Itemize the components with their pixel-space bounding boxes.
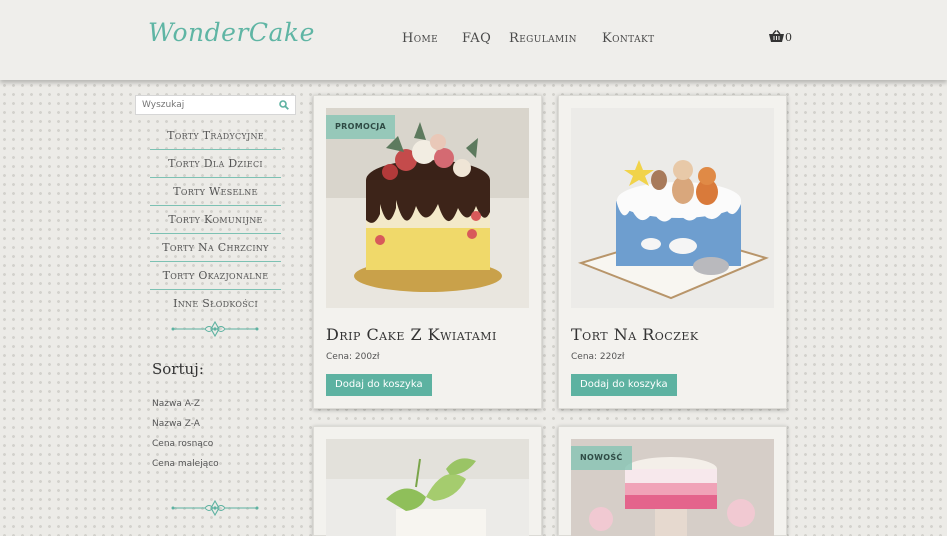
- basket-icon: [769, 30, 784, 42]
- category-inne-slodkosci[interactable]: Inne Słodkości: [150, 290, 281, 318]
- product-title[interactable]: Tort Na Roczek: [571, 325, 699, 344]
- new-badge: NOWOŚĆ: [571, 446, 632, 470]
- cart-button[interactable]: 0: [768, 30, 792, 44]
- ornament-divider-icon: [171, 500, 259, 516]
- cart-count: 0: [785, 31, 792, 44]
- sort-name-asc[interactable]: Nazwa A-Z: [152, 399, 200, 409]
- product-card: Tort Na Roczek Cena: 220zł Dodaj do kosz…: [558, 95, 787, 409]
- sort-price-desc[interactable]: Cena malejąco: [152, 459, 219, 469]
- promo-badge: PROMOCJA: [326, 115, 396, 139]
- add-to-cart-button[interactable]: Dodaj do koszyka: [326, 374, 432, 396]
- search-box: [135, 95, 296, 115]
- category-torty-na-chrzciny[interactable]: Torty Na Chrzciny: [150, 234, 281, 262]
- search-icon[interactable]: [279, 100, 289, 110]
- cake-image: [571, 108, 774, 308]
- product-card: [313, 426, 542, 536]
- category-torty-weselne[interactable]: Torty Weselne: [150, 178, 281, 206]
- product-image[interactable]: [326, 439, 529, 536]
- sort-name-desc[interactable]: Nazwa Z-A: [152, 419, 200, 429]
- product-title[interactable]: Drip Cake Z Kwiatami: [326, 325, 497, 344]
- product-price: Cena: 220zł: [571, 352, 625, 362]
- product-card: PROMOCJA Drip Cake Z Kwiatami Cena: 200z…: [313, 95, 542, 409]
- sort-title: Sortuj:: [152, 360, 204, 378]
- sidebar: Torty Tradycyjne Torty Dla Dzieci Torty …: [135, 95, 296, 516]
- product-image-drip-cake[interactable]: PROMOCJA: [326, 108, 529, 308]
- category-torty-dla-dzieci[interactable]: Torty Dla Dzieci: [150, 150, 281, 178]
- product-card: NOWOŚĆ: [558, 426, 787, 536]
- sort-price-asc[interactable]: Cena rosnąco: [152, 439, 213, 449]
- site-header: WonderCake Home FAQ Regulamin Kontakt 0: [0, 0, 947, 80]
- search-input[interactable]: [142, 100, 272, 110]
- product-image-tort-na-roczek[interactable]: [571, 108, 774, 308]
- site-logo[interactable]: WonderCake: [148, 18, 315, 47]
- ornament-divider-icon: [171, 321, 259, 337]
- category-torty-komunijne[interactable]: Torty Komunijne: [150, 206, 281, 234]
- nav-kontakt[interactable]: Kontakt: [602, 31, 655, 46]
- add-to-cart-button[interactable]: Dodaj do koszyka: [571, 374, 677, 396]
- category-torty-okazjonalne[interactable]: Torty Okazjonalne: [150, 262, 281, 290]
- cake-image: [326, 439, 529, 536]
- product-image[interactable]: NOWOŚĆ: [571, 439, 774, 536]
- nav-regulamin[interactable]: Regulamin: [509, 31, 577, 46]
- nav-faq[interactable]: FAQ: [462, 31, 491, 46]
- nav-home[interactable]: Home: [402, 31, 438, 46]
- category-torty-tradycyjne[interactable]: Torty Tradycyjne: [150, 122, 281, 150]
- product-price: Cena: 200zł: [326, 352, 380, 362]
